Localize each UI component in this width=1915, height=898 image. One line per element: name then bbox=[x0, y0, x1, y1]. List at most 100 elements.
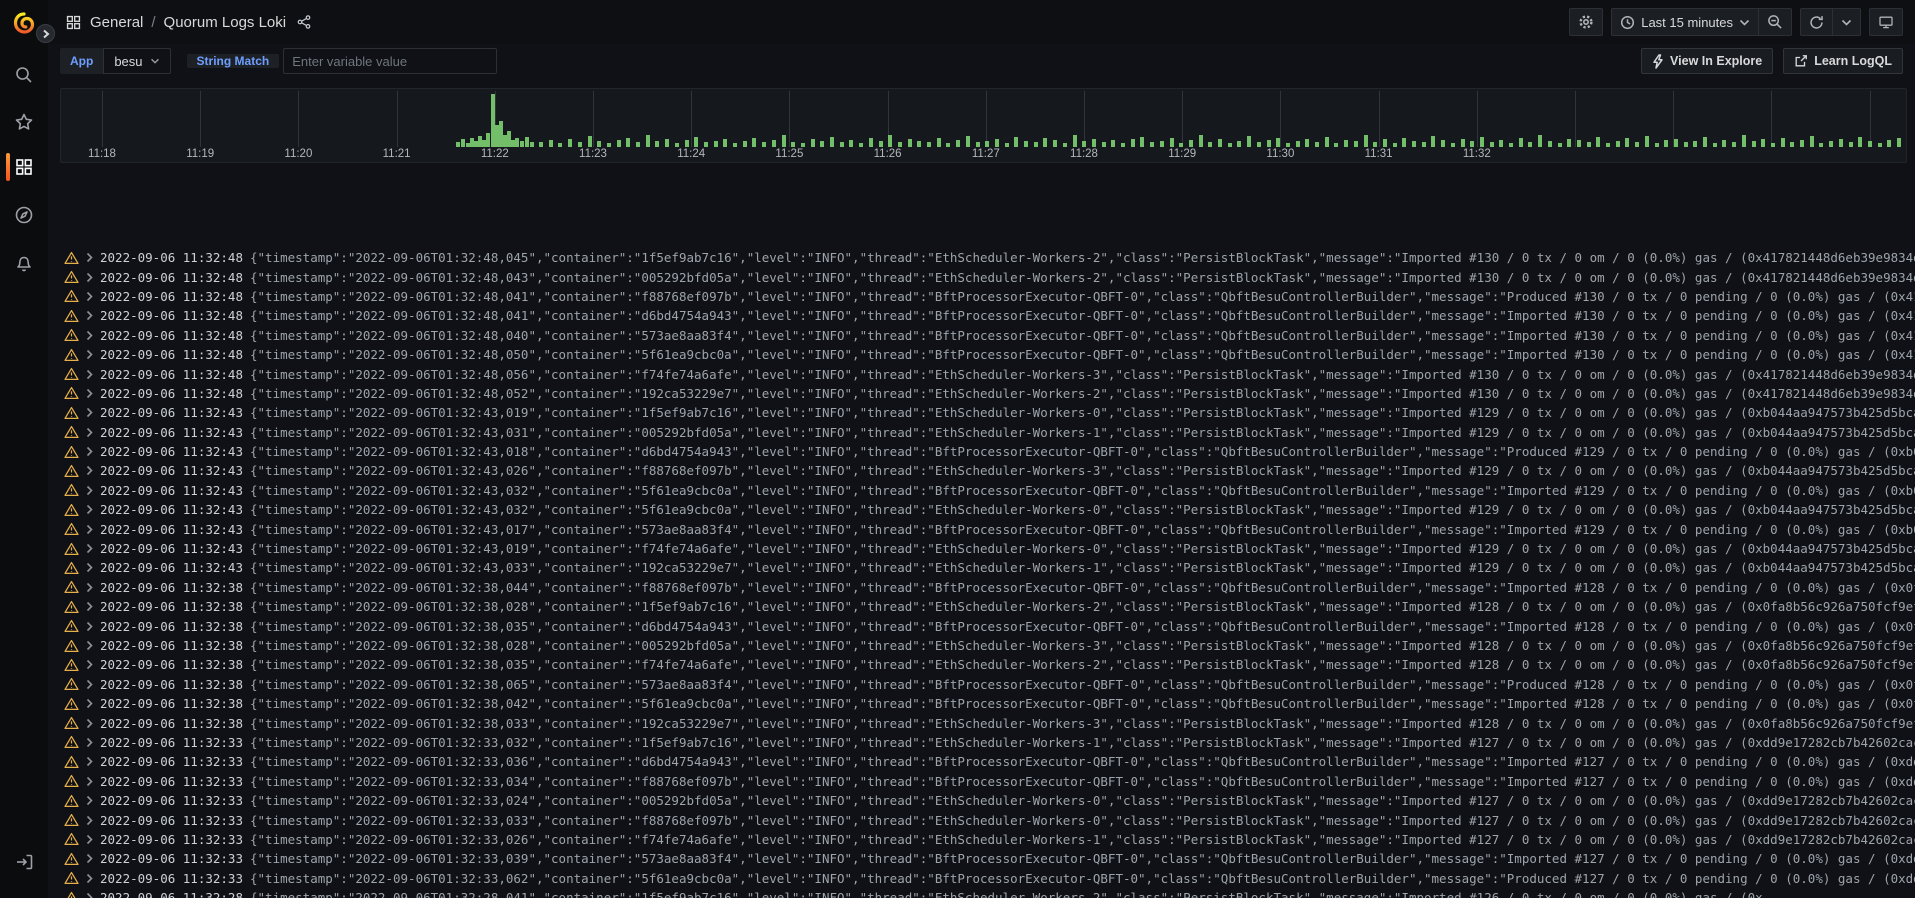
expand-chevron-icon[interactable] bbox=[86, 407, 93, 418]
app-variable-dropdown[interactable]: besu bbox=[103, 48, 170, 74]
expand-chevron-icon[interactable] bbox=[86, 465, 93, 476]
expand-chevron-icon[interactable] bbox=[86, 853, 93, 864]
log-time: 2022-09-06 11:32:43 bbox=[100, 444, 243, 459]
log-row[interactable]: 2022-09-06 11:32:33 {"timestamp":"2022-0… bbox=[64, 869, 1915, 888]
expand-chevron-icon[interactable] bbox=[86, 601, 93, 612]
grid-line bbox=[200, 91, 201, 147]
log-row[interactable]: 2022-09-06 11:32:33 {"timestamp":"2022-0… bbox=[64, 733, 1915, 752]
histogram-bar bbox=[869, 138, 873, 147]
log-row[interactable]: 2022-09-06 11:32:33 {"timestamp":"2022-0… bbox=[64, 791, 1915, 810]
expand-chevron-icon[interactable] bbox=[86, 582, 93, 593]
expand-chevron-icon[interactable] bbox=[86, 776, 93, 787]
log-row[interactable]: 2022-09-06 11:32:38 {"timestamp":"2022-0… bbox=[64, 636, 1915, 655]
sidebar-item-search[interactable] bbox=[0, 55, 48, 95]
expand-chevron-icon[interactable] bbox=[86, 524, 93, 535]
expand-chevron-icon[interactable] bbox=[86, 621, 93, 632]
log-row[interactable]: 2022-09-06 11:32:48 {"timestamp":"2022-0… bbox=[64, 384, 1915, 403]
refresh-interval-dropdown[interactable] bbox=[1832, 8, 1861, 36]
expand-chevron-icon[interactable] bbox=[86, 756, 93, 767]
sidebar-item-alerting[interactable] bbox=[0, 243, 48, 283]
log-row[interactable]: 2022-09-06 11:32:48 {"timestamp":"2022-0… bbox=[64, 326, 1915, 345]
expand-chevron-icon[interactable] bbox=[86, 485, 93, 496]
warning-icon bbox=[64, 580, 79, 594]
expand-chevron-icon[interactable] bbox=[86, 873, 93, 884]
expand-chevron-icon[interactable] bbox=[86, 795, 93, 806]
open-sidebar-button[interactable] bbox=[36, 24, 55, 43]
expand-chevron-icon[interactable] bbox=[86, 272, 93, 283]
string-match-label: String Match bbox=[187, 54, 280, 68]
log-row[interactable]: 2022-09-06 11:32:33 {"timestamp":"2022-0… bbox=[64, 752, 1915, 771]
log-row[interactable]: 2022-09-06 11:32:48 {"timestamp":"2022-0… bbox=[64, 267, 1915, 286]
log-row[interactable]: 2022-09-06 11:32:38 {"timestamp":"2022-0… bbox=[64, 675, 1915, 694]
log-row[interactable]: 2022-09-06 11:32:33 {"timestamp":"2022-0… bbox=[64, 810, 1915, 829]
log-row[interactable]: 2022-09-06 11:32:43 {"timestamp":"2022-0… bbox=[64, 442, 1915, 461]
log-row[interactable]: 2022-09-06 11:32:48 {"timestamp":"2022-0… bbox=[64, 287, 1915, 306]
expand-chevron-icon[interactable] bbox=[86, 640, 93, 651]
log-row[interactable]: 2022-09-06 11:32:43 {"timestamp":"2022-0… bbox=[64, 423, 1915, 442]
log-row[interactable]: 2022-09-06 11:32:43 {"timestamp":"2022-0… bbox=[64, 558, 1915, 577]
expand-chevron-icon[interactable] bbox=[86, 349, 93, 360]
expand-chevron-icon[interactable] bbox=[86, 543, 93, 554]
time-range-picker[interactable]: Last 15 minutes bbox=[1611, 8, 1758, 36]
log-row[interactable]: 2022-09-06 11:32:38 {"timestamp":"2022-0… bbox=[64, 655, 1915, 674]
view-in-explore-button[interactable]: View In Explore bbox=[1641, 48, 1773, 74]
log-row[interactable]: 2022-09-06 11:32:33 {"timestamp":"2022-0… bbox=[64, 772, 1915, 791]
dashboard-settings-button[interactable] bbox=[1569, 8, 1603, 36]
string-match-input[interactable] bbox=[283, 48, 497, 74]
expand-chevron-icon[interactable] bbox=[86, 679, 93, 690]
log-row[interactable]: 2022-09-06 11:32:38 {"timestamp":"2022-0… bbox=[64, 616, 1915, 635]
expand-chevron-icon[interactable] bbox=[86, 369, 93, 380]
breadcrumb-folder[interactable]: General bbox=[90, 14, 143, 31]
log-row[interactable]: 2022-09-06 11:32:43 {"timestamp":"2022-0… bbox=[64, 500, 1915, 519]
learn-logql-button[interactable]: Learn LogQL bbox=[1783, 48, 1903, 74]
warning-icon bbox=[64, 386, 79, 400]
histogram-bar bbox=[1014, 137, 1018, 147]
sidebar-item-dashboards[interactable] bbox=[0, 147, 48, 187]
histogram-plot[interactable] bbox=[61, 91, 1906, 147]
log-row[interactable]: 2022-09-06 11:32:38 {"timestamp":"2022-0… bbox=[64, 597, 1915, 616]
kiosk-mode-button[interactable] bbox=[1869, 8, 1903, 36]
expand-chevron-icon[interactable] bbox=[86, 737, 93, 748]
log-row[interactable]: 2022-09-06 11:32:43 {"timestamp":"2022-0… bbox=[64, 539, 1915, 558]
log-row[interactable]: 2022-09-06 11:32:38 {"timestamp":"2022-0… bbox=[64, 578, 1915, 597]
sidebar-item-explore[interactable] bbox=[0, 195, 48, 235]
expand-chevron-icon[interactable] bbox=[86, 562, 93, 573]
expand-chevron-icon[interactable] bbox=[86, 330, 93, 341]
expand-chevron-icon[interactable] bbox=[86, 291, 93, 302]
log-row[interactable]: 2022-09-06 11:32:43 {"timestamp":"2022-0… bbox=[64, 403, 1915, 422]
log-row[interactable]: 2022-09-06 11:32:33 {"timestamp":"2022-0… bbox=[64, 849, 1915, 868]
expand-chevron-icon[interactable] bbox=[86, 892, 93, 898]
log-row[interactable]: 2022-09-06 11:32:43 {"timestamp":"2022-0… bbox=[64, 481, 1915, 500]
refresh-icon bbox=[1809, 15, 1824, 30]
log-body: {"timestamp":"2022-09-06T01:32:48,040","… bbox=[250, 328, 1915, 343]
log-row[interactable]: 2022-09-06 11:32:48 {"timestamp":"2022-0… bbox=[64, 248, 1915, 267]
time-zoom-out-button[interactable] bbox=[1758, 8, 1792, 36]
log-row[interactable]: 2022-09-06 11:32:38 {"timestamp":"2022-0… bbox=[64, 694, 1915, 713]
sidebar-item-sign-in[interactable] bbox=[0, 842, 48, 882]
expand-chevron-icon[interactable] bbox=[86, 659, 93, 670]
log-row[interactable]: 2022-09-06 11:32:48 {"timestamp":"2022-0… bbox=[64, 345, 1915, 364]
log-row[interactable]: 2022-09-06 11:32:43 {"timestamp":"2022-0… bbox=[64, 461, 1915, 480]
log-body: {"timestamp":"2022-09-06T01:32:33,032","… bbox=[250, 735, 1915, 750]
expand-chevron-icon[interactable] bbox=[86, 310, 93, 321]
expand-chevron-icon[interactable] bbox=[86, 815, 93, 826]
log-row[interactable]: 2022-09-06 11:32:33 {"timestamp":"2022-0… bbox=[64, 830, 1915, 849]
expand-chevron-icon[interactable] bbox=[86, 427, 93, 438]
expand-chevron-icon[interactable] bbox=[86, 834, 93, 845]
refresh-button[interactable] bbox=[1800, 8, 1832, 36]
log-row[interactable]: 2022-09-06 11:32:48 {"timestamp":"2022-0… bbox=[64, 306, 1915, 325]
axis-tick-label: 11:30 bbox=[1266, 148, 1294, 160]
log-row[interactable]: 2022-09-06 11:32:43 {"timestamp":"2022-0… bbox=[64, 519, 1915, 538]
expand-chevron-icon[interactable] bbox=[86, 446, 93, 457]
sidebar-item-starred[interactable] bbox=[0, 102, 48, 142]
share-dashboard-button[interactable] bbox=[294, 14, 314, 30]
log-row[interactable]: 2022-09-06 11:32:38 {"timestamp":"2022-0… bbox=[64, 713, 1915, 732]
expand-chevron-icon[interactable] bbox=[86, 698, 93, 709]
log-row[interactable]: 2022-09-06 11:32:48 {"timestamp":"2022-0… bbox=[64, 364, 1915, 383]
dashboards-grid-icon[interactable] bbox=[65, 14, 82, 31]
expand-chevron-icon[interactable] bbox=[86, 252, 93, 263]
expand-chevron-icon[interactable] bbox=[86, 504, 93, 515]
expand-chevron-icon[interactable] bbox=[86, 388, 93, 399]
log-row[interactable]: 2022-09-06 11:32:28 {"timestamp":"2022-0… bbox=[64, 888, 1915, 898]
expand-chevron-icon[interactable] bbox=[86, 718, 93, 729]
